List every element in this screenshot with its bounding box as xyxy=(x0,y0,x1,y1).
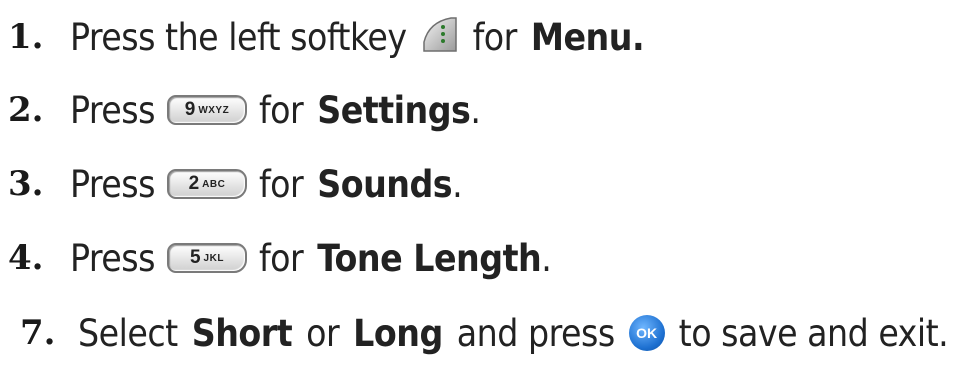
step-1: 1. Press the left softkey for Menu. xyxy=(0,2,645,72)
step-tail: . xyxy=(541,236,552,280)
key-5-icon: 5 JKL xyxy=(166,243,247,273)
step-text-after: for xyxy=(258,162,304,206)
step-bold-term-b: Long xyxy=(353,311,443,355)
step-text-or: or xyxy=(306,311,340,355)
step-text-after: for xyxy=(258,236,304,280)
step-text-before: Select xyxy=(78,311,178,355)
step-tail: . xyxy=(470,88,481,132)
step-bold-term-a: Short xyxy=(191,311,293,355)
step-7: 7. Select Short or Long and press OK to … xyxy=(0,298,949,368)
key-2-icon: 2 ABC xyxy=(166,169,247,199)
step-bold-term: Settings xyxy=(317,88,471,132)
step-text-after: to save and exit. xyxy=(678,311,949,355)
step-bold-term: Tone Length xyxy=(317,236,542,280)
step-tail: . xyxy=(452,162,463,206)
step-number: 2. xyxy=(8,90,44,130)
step-2: 2. Press 9 WXYZ for Settings. xyxy=(0,75,481,145)
step-number: 4. xyxy=(8,238,44,278)
step-text-after: for xyxy=(258,88,304,132)
key-9-icon: 9 WXYZ xyxy=(166,95,247,125)
softkey-menu-icon xyxy=(421,16,459,59)
step-3: 3. Press 2 ABC for Sounds. xyxy=(0,149,463,219)
step-text-after: for xyxy=(472,15,518,59)
step-text-before: Press xyxy=(70,88,155,132)
ok-button-icon: OK xyxy=(628,315,665,351)
step-number: 7. xyxy=(20,313,56,353)
step-text-before: Press xyxy=(70,236,155,280)
step-text-and-press: and press xyxy=(456,311,615,355)
step-number: 3. xyxy=(8,164,44,204)
step-text-before: Press the left softkey xyxy=(70,15,407,59)
step-bold-term: Sounds xyxy=(317,162,453,206)
step-bold-term: Menu. xyxy=(530,15,645,59)
step-text-before: Press xyxy=(70,162,155,206)
step-number: 1. xyxy=(8,17,44,57)
step-4: 4. Press 5 JKL for Tone Length. xyxy=(0,223,552,293)
